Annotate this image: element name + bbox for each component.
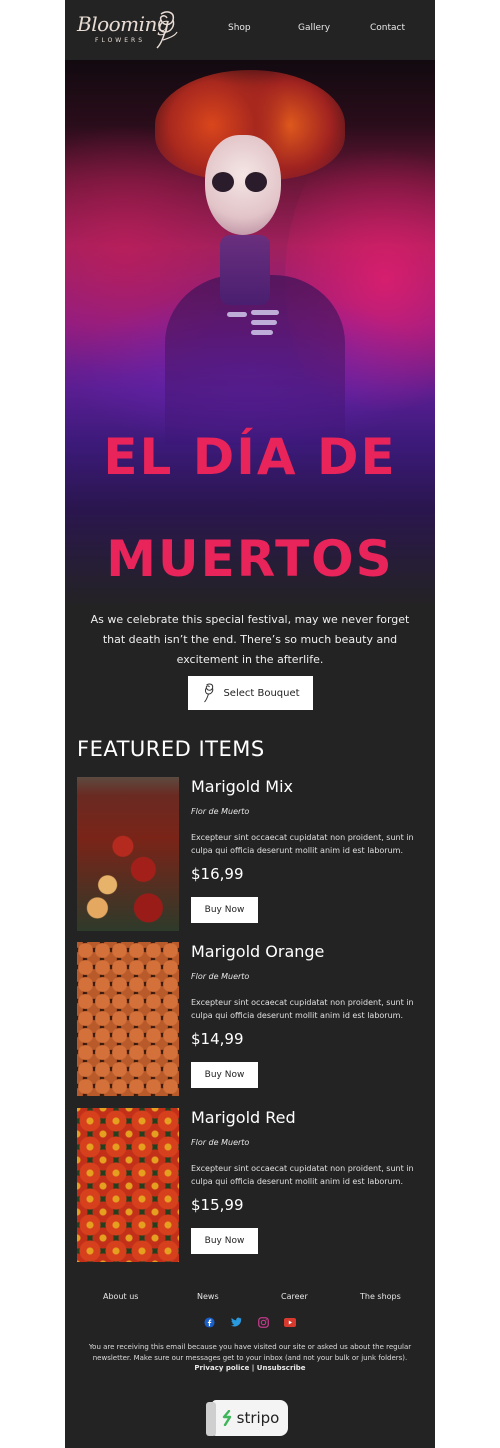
product-price: $16,99 [191,865,244,883]
facebook-icon[interactable] [203,1316,215,1328]
product-subtitle: Flor de Muerto [191,1138,250,1147]
hero-title-line2: MUERTOS [106,530,394,588]
stripo-logo-icon [222,1410,231,1426]
product-card: Marigold Mix Flor de Muerto Excepteur si… [77,777,423,931]
face-eye-right [245,172,267,192]
product-description: Excepteur sint occaecat cupidatat non pr… [191,998,414,1020]
rib-mark [251,320,277,325]
rose-icon [156,11,178,49]
buy-now-button[interactable]: Buy Now [191,1228,258,1254]
footer-link-about[interactable]: About us [103,1292,138,1301]
product-subtitle: Flor de Muerto [191,807,250,816]
product-image[interactable] [77,777,179,931]
hero-intro-text: As we celebrate this special festival, m… [90,613,410,666]
product-name: Marigold Orange [191,942,325,961]
privacy-link[interactable]: Privacy police [194,1364,249,1372]
footer-link-news[interactable]: News [197,1292,219,1301]
hero-banner: EL DÍA DE MUERTOS [65,60,435,608]
youtube-icon[interactable] [284,1316,296,1328]
stripo-label: stripo [236,1409,280,1427]
product-price: $15,99 [191,1196,244,1214]
face-eye-left [212,172,234,192]
product-price: $14,99 [191,1030,244,1048]
legal-links: Privacy police | Unsubscribe [65,1364,435,1372]
nav-shop[interactable]: Shop [228,23,251,33]
figure-neck [220,235,270,305]
product-name: Marigold Red [191,1108,296,1127]
rib-mark [251,330,273,335]
brand-subtitle: FLOWERS [95,37,146,44]
twitter-icon[interactable] [230,1316,242,1328]
footer-link-career[interactable]: Career [281,1292,308,1301]
header: Blooming FLOWERS Shop Gallery Contact [65,0,435,60]
product-card: Marigold Orange Flor de Muerto Excepteur… [77,942,423,1096]
product-image[interactable] [77,1108,179,1262]
product-image[interactable] [77,942,179,1096]
rose-icon [204,683,214,703]
legal-separator: | [251,1364,255,1372]
product-name: Marigold Mix [191,777,293,796]
unsubscribe-link[interactable]: Unsubscribe [257,1364,306,1372]
footer-link-shops[interactable]: The shops [360,1292,401,1301]
product-card: Marigold Red Flor de Muerto Excepteur si… [77,1108,423,1262]
instagram-icon[interactable] [257,1316,269,1328]
select-bouquet-button[interactable]: Select Bouquet [188,676,313,710]
rib-mark [251,310,279,315]
buy-now-button[interactable]: Buy Now [191,897,258,923]
nav-gallery[interactable]: Gallery [298,23,330,33]
brand-logo[interactable]: Blooming FLOWERS [77,10,187,50]
featured-title: FEATURED ITEMS [77,737,265,761]
hero-title-line1: EL DÍA DE [103,428,397,486]
nav-contact[interactable]: Contact [370,23,405,33]
select-bouquet-label: Select Bouquet [223,687,300,699]
rib-mark [227,312,247,317]
legal-notice: You are receiving this email because you… [88,1343,412,1362]
buy-now-button[interactable]: Buy Now [191,1062,258,1088]
product-description: Excepteur sint occaecat cupidatat non pr… [191,833,414,855]
email-container: Blooming FLOWERS Shop Gallery Contact EL… [65,0,435,1448]
product-subtitle: Flor de Muerto [191,972,250,981]
badge-tab [206,1402,216,1436]
product-description: Excepteur sint occaecat cupidatat non pr… [191,1164,414,1186]
stripo-badge[interactable]: stripo [206,1400,288,1436]
